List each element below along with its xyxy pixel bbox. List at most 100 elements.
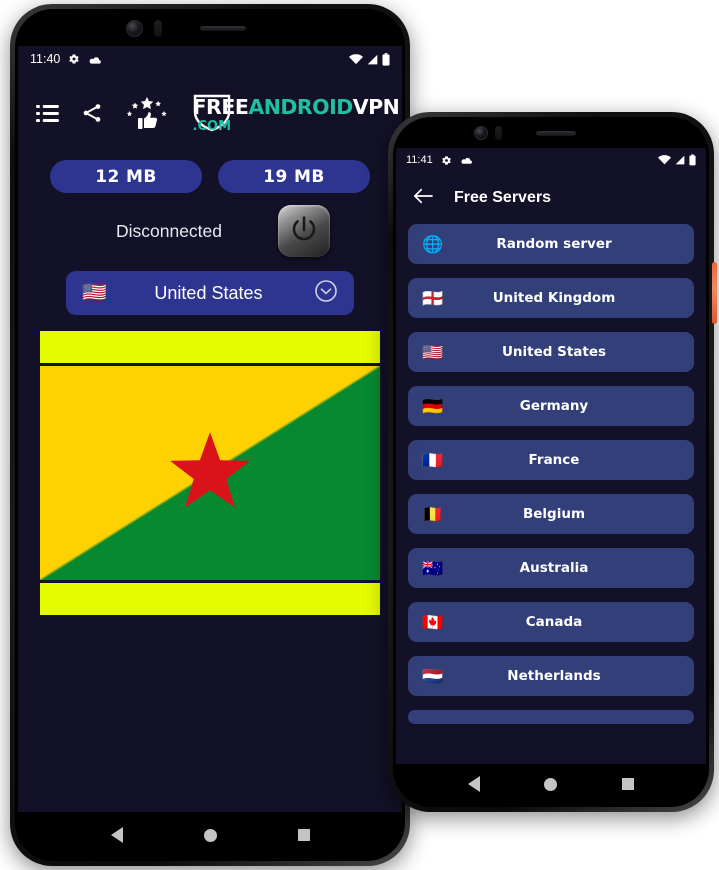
recents-square-icon[interactable] bbox=[621, 778, 634, 790]
server-flag-icon: 🌐 bbox=[422, 234, 444, 254]
server-flag-icon: 🇺🇸 bbox=[422, 342, 444, 362]
recents-square-icon[interactable] bbox=[297, 829, 310, 841]
battery-icon bbox=[382, 52, 390, 66]
logo-free: FREE bbox=[192, 95, 249, 119]
server-row[interactable]: 🇫🇷 France bbox=[408, 440, 694, 480]
country-selector-row: 🇺🇸 United States bbox=[18, 257, 402, 315]
status-bar-clock: 11:40 bbox=[30, 52, 61, 66]
upload-usage-badge: 19 MB bbox=[218, 160, 370, 193]
server-name-label: United States bbox=[501, 344, 607, 360]
cloud-icon bbox=[88, 54, 102, 65]
earpiece-speaker-icon bbox=[200, 26, 246, 31]
power-icon bbox=[288, 213, 320, 250]
app-toolbar: FREEANDROIDVPN .COM bbox=[18, 72, 402, 154]
proximity-sensor-icon bbox=[154, 20, 162, 37]
country-name-label: United States bbox=[154, 282, 263, 303]
download-usage-badge: 12 MB bbox=[50, 160, 202, 193]
home-circle-icon[interactable] bbox=[203, 828, 217, 842]
phone-bezel-top-left bbox=[18, 12, 402, 46]
flag-star-icon bbox=[167, 430, 253, 517]
banner-top-bar bbox=[40, 331, 380, 363]
proximity-sensor-icon bbox=[495, 126, 502, 140]
phone-device-right: 11:41 bbox=[388, 112, 717, 812]
server-name-label: Belgium bbox=[522, 506, 586, 522]
server-row[interactable]: 🇩🇪 Germany bbox=[408, 386, 694, 426]
connection-status-label: Disconnected bbox=[115, 220, 223, 241]
server-row[interactable]: 🇨🇦 Canada bbox=[408, 602, 694, 642]
status-bar-left: 11:40 bbox=[18, 46, 402, 72]
back-triangle-icon[interactable] bbox=[468, 776, 481, 792]
country-selector-button[interactable]: 🇺🇸 United States bbox=[66, 271, 354, 315]
page-title: Free Servers bbox=[454, 189, 551, 206]
earpiece-speaker-icon bbox=[536, 131, 576, 136]
home-circle-icon[interactable] bbox=[544, 777, 558, 791]
front-camera-icon bbox=[474, 126, 488, 140]
logo-com: .COM bbox=[192, 119, 232, 134]
phone-screen-right: 11:41 bbox=[396, 120, 706, 804]
server-name-label: Canada bbox=[525, 614, 583, 630]
wifi-icon bbox=[658, 155, 671, 165]
logo-wordmark: FREEANDROIDVPN .COM bbox=[193, 97, 402, 134]
logo-vpn: VPN bbox=[352, 95, 400, 119]
status-bar-clock: 11:41 bbox=[406, 154, 433, 166]
android-nav-bar-left bbox=[18, 812, 402, 858]
android-nav-bar-right bbox=[396, 764, 706, 804]
server-row[interactable]: 🌐 Random server bbox=[408, 224, 694, 264]
phone-inner-right: 11:41 bbox=[393, 117, 709, 807]
server-row[interactable]: 🇧🇪 Belgium bbox=[408, 494, 694, 534]
server-flag-icon: 🇨🇦 bbox=[422, 612, 444, 632]
server-flag-icon: 🇳🇱 bbox=[422, 666, 444, 686]
wifi-icon bbox=[349, 53, 363, 65]
front-camera-icon bbox=[126, 20, 143, 37]
servers-app-bar: Free Servers bbox=[396, 172, 706, 224]
server-flag-icon: 🇦🇺 bbox=[422, 558, 444, 578]
status-bar-indicators-left bbox=[349, 52, 390, 66]
phone-device-left: 11:40 FREEANDROIDVPN .COM 12 MB 19 MB Di… bbox=[10, 4, 410, 866]
server-row[interactable]: 🏴󠁧󠁢󠁥󠁮󠁧󠁿 United Kingdom bbox=[408, 278, 694, 318]
phone-inner-left: 11:40 FREEANDROIDVPN .COM 12 MB 19 MB Di… bbox=[15, 9, 405, 861]
server-name-label: France bbox=[528, 452, 580, 468]
settings-icon bbox=[441, 155, 452, 166]
arrow-left-icon[interactable] bbox=[412, 187, 434, 210]
phone-bezel-top-right bbox=[396, 120, 706, 148]
data-usage-row: 12 MB 19 MB bbox=[18, 154, 402, 193]
logo-android: ANDROID bbox=[248, 95, 353, 119]
french-guiana-flag-banner[interactable] bbox=[40, 331, 380, 615]
server-row[interactable]: 🇦🇺 Australia bbox=[408, 548, 694, 588]
server-flag-icon: 🇧🇪 bbox=[422, 504, 444, 524]
screenshot-stage: 11:40 FREEANDROIDVPN .COM 12 MB 19 MB Di… bbox=[0, 0, 719, 870]
server-flag-icon: 🏴󠁧󠁢󠁥󠁮󠁧󠁿 bbox=[422, 288, 444, 308]
share-icon[interactable] bbox=[81, 102, 103, 124]
power-toggle-button[interactable] bbox=[278, 205, 330, 257]
back-triangle-icon[interactable] bbox=[110, 827, 123, 843]
country-flag-icon: 🇺🇸 bbox=[82, 282, 107, 304]
server-name-label: Germany bbox=[519, 398, 589, 414]
server-name-label: Random server bbox=[496, 236, 612, 252]
promo-banner-wrap bbox=[18, 315, 402, 615]
server-row[interactable]: 🇺🇸 United States bbox=[408, 332, 694, 372]
status-bar-indicators-right bbox=[658, 154, 696, 166]
connection-status-row: Disconnected bbox=[18, 193, 402, 257]
banner-bottom-bar bbox=[40, 583, 380, 615]
cloud-icon bbox=[460, 155, 473, 165]
server-name-label: Netherlands bbox=[507, 668, 601, 684]
thumbs-up-stars-icon[interactable] bbox=[125, 95, 169, 131]
phone-screen-left: 11:40 FREEANDROIDVPN .COM 12 MB 19 MB Di… bbox=[18, 12, 402, 858]
power-side-button[interactable] bbox=[712, 262, 717, 324]
server-row-partial[interactable] bbox=[408, 710, 694, 724]
server-row[interactable]: 🇳🇱 Netherlands bbox=[408, 656, 694, 696]
server-flag-icon: 🇩🇪 bbox=[422, 396, 444, 416]
app-logo: FREEANDROIDVPN .COM bbox=[191, 92, 402, 134]
chevron-down-icon[interactable] bbox=[314, 279, 338, 308]
server-flag-icon: 🇫🇷 bbox=[422, 450, 444, 470]
settings-icon bbox=[68, 53, 80, 65]
french-guiana-flag bbox=[40, 366, 380, 580]
list-icon[interactable] bbox=[36, 104, 59, 123]
signal-icon bbox=[674, 155, 686, 165]
server-list[interactable]: 🌐 Random server 🏴󠁧󠁢󠁥󠁮󠁧󠁿 United Kingdom 🇺🇸 Uni… bbox=[396, 224, 706, 764]
app-screen-servers: 11:41 bbox=[396, 148, 706, 764]
app-screen-main: 11:40 FREEANDROIDVPN .COM 12 MB 19 MB Di… bbox=[18, 46, 402, 812]
battery-icon bbox=[689, 154, 696, 166]
status-bar-right: 11:41 bbox=[396, 148, 706, 172]
server-name-label: Australia bbox=[519, 560, 589, 576]
